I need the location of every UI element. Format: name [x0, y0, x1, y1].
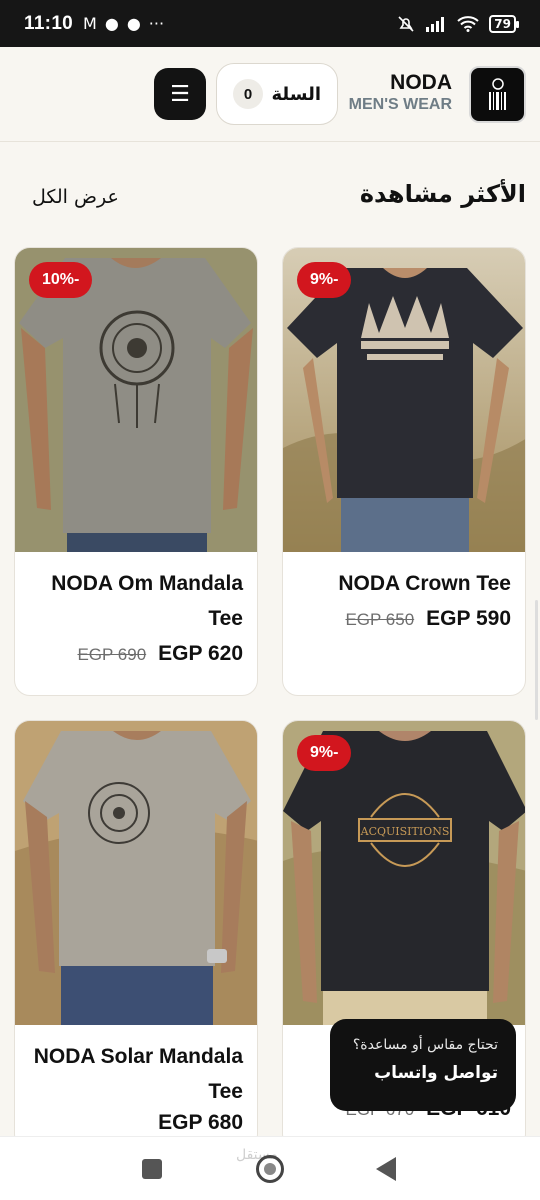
back-button[interactable]: [376, 1157, 396, 1181]
brand-text[interactable]: NODA MEN'S WEAR: [349, 71, 452, 115]
price: EGP 590: [426, 607, 511, 630]
snapchat-icon: ●: [104, 14, 119, 33]
battery-icon: 79: [489, 14, 519, 33]
product-card[interactable]: NODA Solar Mandala Tee EGP 680: [14, 720, 258, 1150]
discount-badge: 10%-: [29, 262, 93, 298]
price-row: EGP 680: [15, 1109, 257, 1135]
help-question: تحتاج مقاس أو مساعدة؟: [352, 1037, 498, 1053]
cart-button[interactable]: 0 السلة: [216, 63, 338, 125]
price: EGP 620: [158, 642, 243, 665]
notification-dot-icon: ●: [126, 14, 141, 33]
product-image[interactable]: ACQUISITIONS 9%-: [283, 721, 525, 1025]
status-bar: 11:10 M ● ● ··· 79: [0, 0, 540, 47]
price-row: EGP 650 EGP 590: [283, 601, 525, 631]
wifi-icon: [457, 15, 479, 32]
recents-button[interactable]: [142, 1159, 162, 1179]
cart-label: السلة: [271, 83, 321, 105]
section-title: الأكثر مشاهدة: [359, 180, 526, 208]
cart-count-badge: 0: [233, 79, 263, 109]
whatsapp-contact-button[interactable]: تواصل واتساب: [348, 1063, 498, 1083]
hamburger-icon: ☰: [170, 81, 190, 107]
signal-icon: [426, 16, 445, 32]
old-price: EGP 690: [77, 645, 147, 664]
product-title[interactable]: NODA Om Mandala Tee: [15, 552, 257, 636]
brand-name: NODA: [390, 71, 452, 94]
product-title[interactable]: NODA Crown Tee: [283, 552, 525, 601]
home-button[interactable]: [256, 1155, 284, 1183]
price: EGP 680: [158, 1111, 243, 1134]
site-header: ☰ 0 السلة NODA MEN'S WEAR: [0, 47, 540, 142]
barcode-logo-icon: [488, 77, 506, 110]
svg-text:ACQUISITIONS: ACQUISITIONS: [360, 825, 450, 838]
product-card[interactable]: 10%- NODA Om Mandala Tee EGP 690 EGP 620: [14, 247, 258, 696]
discount-badge: 9%-: [297, 262, 352, 298]
mail-icon: M: [83, 14, 97, 33]
brand-logo[interactable]: [469, 66, 526, 123]
view-all-link[interactable]: عرض الكل: [32, 186, 119, 208]
product-image[interactable]: [15, 721, 257, 1025]
system-nav-bar: مستقل: [0, 1136, 540, 1200]
brand-subtitle: MEN'S WEAR: [348, 96, 452, 113]
product-title[interactable]: NODA Solar Mandala Tee: [15, 1025, 257, 1109]
discount-badge: 9%-: [297, 735, 352, 771]
clock: 11:10: [24, 12, 74, 34]
product-image[interactable]: 10%-: [15, 248, 257, 552]
price-row: EGP 690 EGP 620: [15, 636, 257, 666]
whatsapp-help-widget[interactable]: تحتاج مقاس أو مساعدة؟ تواصل واتساب: [330, 1019, 516, 1111]
old-price: EGP 650: [345, 610, 415, 629]
scrollbar[interactable]: [535, 600, 538, 720]
menu-button[interactable]: ☰: [154, 68, 206, 120]
mute-icon: [398, 15, 414, 32]
more-icon: ···: [148, 14, 165, 33]
product-card[interactable]: 9%- NODA Crown Tee EGP 650 EGP 590: [282, 247, 526, 696]
product-image[interactable]: 9%-: [283, 248, 525, 552]
